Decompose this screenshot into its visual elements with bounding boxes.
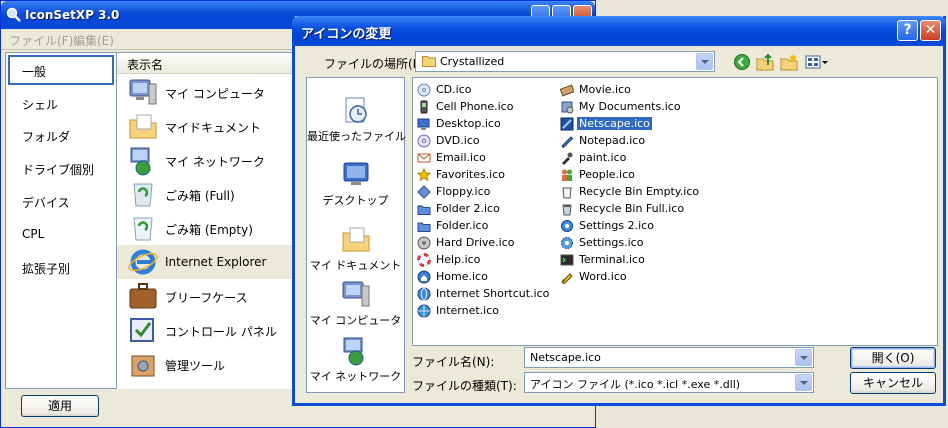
internet-explorer-icon [128,249,158,275]
list-item[interactable]: ごみ箱 (Full) [117,177,295,211]
open-button[interactable]: 開く(O) [850,347,936,369]
folder-icon [422,56,436,67]
app-magnifier-icon [6,7,21,22]
file-list: CD.ico Cell Phone.ico Desktop.ico DVD.ic… [412,77,938,346]
notepad-icon [561,136,574,148]
place-my-computer[interactable]: マイ コンピュータ [307,274,404,336]
file-name-input[interactable]: Netscape.ico [524,347,814,368]
people-icon [562,169,572,181]
places-bar: 最近使ったファイル デスクトップ マイ ドキュメント マイ コンピュータ マイ … [306,77,406,393]
up-folder-icon[interactable] [756,53,774,71]
dialog-title: アイコンの変更 [301,27,392,42]
nav-item-drive[interactable]: ドライブ個別 [8,153,114,183]
file-type-combo[interactable]: アイコン ファイル (*.ico *.icl *.exe *.dll) [524,372,814,393]
back-arrow-icon[interactable] [733,53,751,71]
place-desktop[interactable]: デスクトップ [307,154,404,216]
look-in-label: ファイルの場所(I): [324,57,425,71]
paint-icon [562,152,573,165]
internet-shortcut-icon [417,287,431,301]
place-recent[interactable]: 最近使ったファイル [307,90,406,152]
recent-documents-icon [345,97,367,123]
help-lifebuoy-icon [417,253,431,267]
internet-icon [417,304,431,318]
recycle-bin-full-file-icon [562,204,572,216]
desktop-icon [343,162,369,185]
settings-2-icon [561,220,573,232]
file-type-dropdown-arrow[interactable] [795,374,812,391]
my-computer-icon [129,79,157,105]
my-network-place-icon [343,337,364,366]
nav-item-shell[interactable]: シェル [8,88,114,118]
list-item[interactable]: マイ コンピュータ [117,75,295,109]
list-item[interactable]: ブリーフケース [117,279,295,313]
list-item[interactable]: ごみ箱 (Empty) [117,211,295,245]
nav-item-general[interactable]: 一般 [8,55,114,85]
change-icon-dialog: アイコンの変更 ? ✕ ファイルの場所(I): Crystallized 最近使… [292,16,946,406]
email-icon [417,153,431,163]
cell-phone-icon [420,100,428,114]
icon-name-list: 表示名 マイ コンピュータ マイドキュメント マイ ネットワーク ごみ箱 (Fu… [117,52,295,389]
floppy-icon [417,185,431,199]
list-item[interactable]: 管理ツール [117,347,295,381]
dvd-icon [417,134,431,148]
desktop-file-icon [417,118,430,130]
admin-tools-icon [131,355,155,377]
place-my-documents[interactable]: マイ ドキュメント [307,219,404,281]
list-item[interactable]: コントロール パネル [117,313,295,347]
nav-item-folder[interactable]: フォルダ [8,120,114,150]
file-type-label: ファイルの種類(T): [412,379,517,393]
list-item[interactable]: Internet Explorer [117,245,295,279]
briefcase-icon [129,283,157,309]
main-window-title: IconSetXP 3.0 [25,8,120,22]
home-icon [417,270,431,284]
new-folder-icon[interactable] [780,53,798,71]
recycle-bin-empty-file-icon [562,187,572,199]
terminal-icon [560,254,574,266]
view-menu-icon[interactable] [805,53,829,71]
favorites-star-icon [417,168,431,182]
folder-2-icon [417,205,431,215]
look-in-dropdown-arrow[interactable] [696,53,713,70]
look-in-combo[interactable]: Crystallized [415,51,715,72]
cd-icon [417,83,431,97]
recycle-bin-empty-icon [133,217,153,241]
category-list: 一般 シェル フォルダ ドライブ個別 デバイス CPL 拡張子別 [5,52,117,389]
file-name-label: ファイル名(N): [412,355,495,369]
my-documents-folder-icon [342,227,370,252]
menu-edit[interactable]: 編集(E) [73,32,114,49]
cancel-button[interactable]: キャンセル [850,372,936,394]
hard-drive-icon [417,236,431,250]
help-button[interactable]: ? [897,20,918,41]
list-item[interactable]: マイ ネットワーク [117,143,295,177]
folder-file-icon [417,222,431,232]
apply-button[interactable]: 適用 [21,395,99,417]
netscape-icon [560,117,574,131]
dialog-close-button[interactable]: ✕ [920,20,941,41]
my-network-icon [130,147,151,176]
recycle-bin-full-icon [133,183,153,207]
settings-icon [561,237,573,249]
my-computer-place-icon [342,281,370,307]
my-documents-icon [129,114,157,139]
file-name-dropdown-arrow[interactable] [795,349,812,366]
nav-item-extension[interactable]: 拡張子別 [8,252,114,282]
nav-item-device[interactable]: デバイス [8,186,114,216]
list-item[interactable]: マイドキュメント [117,109,295,143]
list-header-display-name[interactable]: 表示名 [117,53,295,74]
movie-icon [560,84,574,97]
dialog-title-bar[interactable]: アイコンの変更 ? ✕ [292,16,946,46]
menu-file[interactable]: ファイル(F) [9,32,73,49]
place-my-network[interactable]: マイ ネットワーク [307,330,404,392]
control-panel-icon [130,318,154,342]
my-documents-file-icon [561,101,574,114]
word-icon [561,273,573,284]
nav-item-cpl[interactable]: CPL [8,219,114,249]
